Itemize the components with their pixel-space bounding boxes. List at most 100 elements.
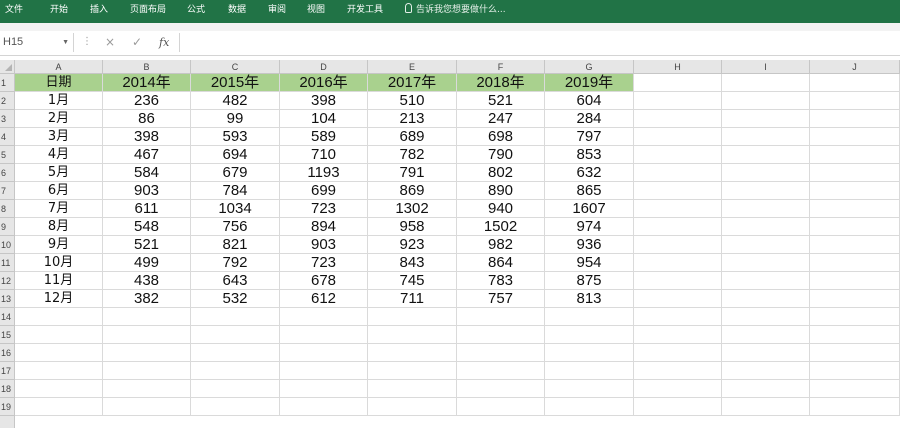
empty-cell[interactable] bbox=[722, 290, 810, 308]
empty-cell[interactable] bbox=[634, 92, 722, 110]
cancel-icon[interactable]: × bbox=[105, 33, 115, 52]
value-cell[interactable]: 604 bbox=[545, 92, 634, 110]
empty-cell[interactable] bbox=[634, 290, 722, 308]
empty-cell[interactable] bbox=[722, 110, 810, 128]
row-header[interactable]: 10 bbox=[0, 236, 15, 254]
empty-cell[interactable] bbox=[457, 308, 545, 326]
value-cell[interactable]: 548 bbox=[103, 218, 191, 236]
row-header[interactable]: 9 bbox=[0, 218, 15, 236]
column-header[interactable]: A bbox=[15, 60, 103, 74]
empty-cell[interactable] bbox=[368, 326, 457, 344]
value-cell[interactable]: 482 bbox=[191, 92, 280, 110]
empty-cell[interactable] bbox=[15, 398, 103, 416]
value-cell[interactable]: 1302 bbox=[368, 200, 457, 218]
value-cell[interactable]: 723 bbox=[280, 200, 368, 218]
value-cell[interactable]: 853 bbox=[545, 146, 634, 164]
value-cell[interactable]: 104 bbox=[280, 110, 368, 128]
empty-cell[interactable] bbox=[634, 200, 722, 218]
tell-me-search[interactable]: 告诉我您想要做什么... bbox=[405, 3, 506, 18]
empty-cell[interactable] bbox=[810, 326, 900, 344]
empty-cell[interactable] bbox=[810, 254, 900, 272]
value-cell[interactable]: 982 bbox=[457, 236, 545, 254]
column-header[interactable]: I bbox=[722, 60, 810, 74]
value-cell[interactable]: 792 bbox=[191, 254, 280, 272]
month-cell[interactable]: 3月 bbox=[15, 128, 103, 146]
empty-cell[interactable] bbox=[368, 398, 457, 416]
value-cell[interactable]: 864 bbox=[457, 254, 545, 272]
empty-cell[interactable] bbox=[103, 326, 191, 344]
row-header[interactable]: 11 bbox=[0, 254, 15, 272]
enter-icon[interactable]: ✓ bbox=[132, 33, 142, 52]
empty-cell[interactable] bbox=[191, 326, 280, 344]
month-cell[interactable]: 8月 bbox=[15, 218, 103, 236]
name-box-dropdown-icon[interactable]: ▼ bbox=[62, 33, 69, 52]
value-cell[interactable]: 510 bbox=[368, 92, 457, 110]
value-cell[interactable]: 678 bbox=[280, 272, 368, 290]
value-cell[interactable]: 612 bbox=[280, 290, 368, 308]
ribbon-tab[interactable]: 视图 bbox=[307, 4, 325, 16]
empty-cell[interactable] bbox=[634, 110, 722, 128]
value-cell[interactable]: 589 bbox=[280, 128, 368, 146]
row-header[interactable]: 7 bbox=[0, 182, 15, 200]
value-cell[interactable]: 1502 bbox=[457, 218, 545, 236]
empty-cell[interactable] bbox=[810, 74, 900, 92]
value-cell[interactable]: 632 bbox=[545, 164, 634, 182]
value-cell[interactable]: 467 bbox=[103, 146, 191, 164]
ribbon-tab[interactable]: 插入 bbox=[90, 4, 108, 16]
value-cell[interactable]: 236 bbox=[103, 92, 191, 110]
ribbon-tab[interactable]: 开始 bbox=[50, 4, 68, 16]
row-header[interactable]: 16 bbox=[0, 344, 15, 362]
empty-cell[interactable] bbox=[722, 236, 810, 254]
value-cell[interactable]: 382 bbox=[103, 290, 191, 308]
value-cell[interactable]: 532 bbox=[191, 290, 280, 308]
empty-cell[interactable] bbox=[191, 362, 280, 380]
value-cell[interactable]: 1607 bbox=[545, 200, 634, 218]
empty-cell[interactable] bbox=[457, 380, 545, 398]
column-header[interactable]: B bbox=[103, 60, 191, 74]
row-header[interactable]: 5 bbox=[0, 146, 15, 164]
row-header[interactable]: 12 bbox=[0, 272, 15, 290]
empty-cell[interactable] bbox=[191, 344, 280, 362]
value-cell[interactable]: 723 bbox=[280, 254, 368, 272]
header-cell[interactable]: 2016年 bbox=[280, 74, 368, 92]
empty-cell[interactable] bbox=[722, 128, 810, 146]
value-cell[interactable]: 593 bbox=[191, 128, 280, 146]
empty-cell[interactable] bbox=[103, 380, 191, 398]
empty-cell[interactable] bbox=[634, 344, 722, 362]
row-header[interactable]: 18 bbox=[0, 380, 15, 398]
header-cell[interactable]: 日期 bbox=[15, 74, 103, 92]
value-cell[interactable]: 958 bbox=[368, 218, 457, 236]
empty-cell[interactable] bbox=[722, 344, 810, 362]
empty-cell[interactable] bbox=[722, 380, 810, 398]
value-cell[interactable]: 813 bbox=[545, 290, 634, 308]
value-cell[interactable]: 710 bbox=[280, 146, 368, 164]
name-box[interactable]: H15 ▼ bbox=[0, 33, 74, 52]
formula-input[interactable] bbox=[182, 33, 900, 52]
empty-cell[interactable] bbox=[191, 380, 280, 398]
column-header[interactable]: J bbox=[810, 60, 900, 74]
value-cell[interactable]: 757 bbox=[457, 290, 545, 308]
value-cell[interactable]: 894 bbox=[280, 218, 368, 236]
value-cell[interactable]: 954 bbox=[545, 254, 634, 272]
empty-cell[interactable] bbox=[810, 380, 900, 398]
empty-cell[interactable] bbox=[545, 380, 634, 398]
value-cell[interactable]: 1193 bbox=[280, 164, 368, 182]
month-cell[interactable]: 4月 bbox=[15, 146, 103, 164]
empty-cell[interactable] bbox=[810, 290, 900, 308]
empty-cell[interactable] bbox=[545, 326, 634, 344]
empty-cell[interactable] bbox=[634, 380, 722, 398]
value-cell[interactable]: 869 bbox=[368, 182, 457, 200]
value-cell[interactable]: 802 bbox=[457, 164, 545, 182]
row-header[interactable]: 19 bbox=[0, 398, 15, 416]
empty-cell[interactable] bbox=[191, 398, 280, 416]
value-cell[interactable]: 974 bbox=[545, 218, 634, 236]
empty-cell[interactable] bbox=[810, 398, 900, 416]
empty-cell[interactable] bbox=[457, 326, 545, 344]
empty-cell[interactable] bbox=[810, 272, 900, 290]
ribbon-tab[interactable]: 文件 bbox=[5, 4, 23, 16]
empty-cell[interactable] bbox=[634, 236, 722, 254]
empty-cell[interactable] bbox=[722, 326, 810, 344]
empty-cell[interactable] bbox=[280, 398, 368, 416]
empty-cell[interactable] bbox=[368, 362, 457, 380]
empty-cell[interactable] bbox=[634, 74, 722, 92]
